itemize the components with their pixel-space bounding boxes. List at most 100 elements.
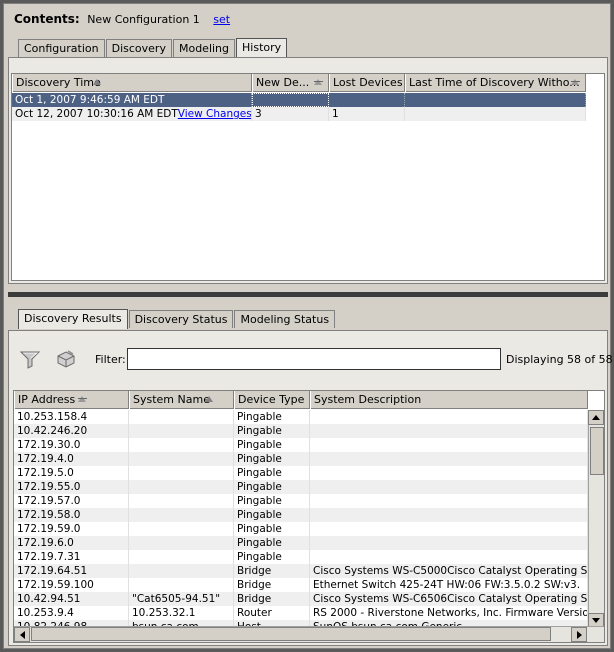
column-lost-devices-label: Lost Devices	[333, 76, 403, 89]
column-system-description[interactable]: System Description	[310, 391, 588, 409]
filter-input[interactable]	[127, 348, 501, 370]
lost-devices-cell: 1	[329, 107, 405, 121]
column-discovery-time-label: Discovery Time	[16, 76, 101, 89]
ip-address-cell: 172.19.4.0	[14, 452, 129, 466]
column-system-name-label: System Name	[133, 393, 210, 406]
system-description-cell: Cisco Systems WS-C6506Cisco Catalyst Ope…	[310, 592, 588, 606]
tab-discovery-results[interactable]: Discovery Results	[18, 309, 128, 329]
table-row[interactable]: 172.19.6.0 Pingable	[14, 536, 588, 550]
tab-discovery[interactable]: Discovery	[105, 39, 172, 57]
system-name-cell	[129, 410, 234, 424]
sort-icon	[314, 79, 323, 85]
column-discovery-time[interactable]: Discovery Time	[12, 74, 252, 92]
ip-address-cell: 172.19.57.0	[14, 494, 129, 508]
system-description-cell	[310, 494, 588, 508]
device-type-cell: Pingable	[234, 410, 310, 424]
horizontal-scrollbar-thumb[interactable]	[31, 627, 551, 641]
system-description-cell: RS 2000 - Riverstone Networks, Inc. Firm…	[310, 606, 588, 620]
system-description-cell	[310, 452, 588, 466]
ip-address-cell: 172.19.58.0	[14, 508, 129, 522]
system-description-cell	[310, 522, 588, 536]
column-device-type[interactable]: Device Type	[234, 391, 310, 409]
table-row[interactable]: 172.19.57.0 Pingable	[14, 494, 588, 508]
tab-discovery-status[interactable]: Discovery Status	[128, 310, 234, 328]
system-name-cell	[129, 550, 234, 564]
column-device-type-label: Device Type	[238, 393, 305, 406]
device-type-cell: Pingable	[234, 550, 310, 564]
device-type-cell: Pingable	[234, 424, 310, 438]
column-ip-address[interactable]: IP Address	[14, 391, 129, 409]
table-row[interactable]: 172.19.55.0 Pingable	[14, 480, 588, 494]
history-table-header: Discovery Time New De... Lost Devices La…	[12, 74, 586, 92]
system-description-cell	[310, 508, 588, 522]
arrow-right-icon	[576, 630, 582, 639]
system-name-cell	[129, 564, 234, 578]
system-description-cell	[310, 466, 588, 480]
ip-address-cell: 172.19.59.100	[14, 578, 129, 592]
device-type-cell: Pingable	[234, 522, 310, 536]
ip-address-cell: 172.19.5.0	[14, 466, 129, 480]
column-lost-devices[interactable]: Lost Devices	[329, 74, 405, 92]
results-table-header: IP Address System Name Device Type Syste…	[14, 391, 588, 409]
table-row[interactable]: Oct 12, 2007 10:30:16 AM EDT View Change…	[12, 107, 586, 121]
discovery-time-cell: Oct 12, 2007 10:30:16 AM EDT View Change…	[12, 107, 252, 121]
sort-icon	[78, 396, 87, 402]
clear-filter-icon[interactable]	[55, 348, 77, 370]
tab-modeling[interactable]: Modeling	[172, 39, 236, 57]
system-name-cell	[129, 522, 234, 536]
application-frame: Contents: New Configuration 1 set Config…	[3, 3, 613, 649]
scroll-up-button[interactable]	[588, 410, 604, 425]
ip-address-cell: 172.19.6.0	[14, 536, 129, 550]
funnel-icon[interactable]	[19, 348, 41, 370]
tab-modeling-status[interactable]: Modeling Status	[234, 310, 336, 328]
displaying-count: Displaying 58 of 58	[506, 353, 613, 366]
panel-splitter[interactable]	[8, 292, 608, 297]
column-new-devices[interactable]: New De...	[252, 74, 329, 92]
vertical-scrollbar[interactable]	[588, 410, 604, 628]
tab-configuration[interactable]: Configuration	[18, 39, 105, 57]
table-row[interactable]: 172.19.58.0 Pingable	[14, 508, 588, 522]
discovery-time-text: Oct 12, 2007 10:30:16 AM EDT	[15, 108, 178, 120]
arrow-left-icon	[19, 630, 25, 639]
column-last-time-of-discovery[interactable]: Last Time of Discovery Witho...	[405, 74, 586, 92]
system-name-cell	[129, 480, 234, 494]
system-name-cell	[129, 578, 234, 592]
table-row[interactable]: Oct 1, 2007 9:46:59 AM EDT	[12, 93, 586, 107]
table-row[interactable]: 172.19.59.100 Bridge Ethernet Switch 425-2…	[14, 578, 588, 592]
table-row[interactable]: 172.19.64.51 Bridge Cisco Systems WS-C5000…	[14, 564, 588, 578]
table-row[interactable]: 172.19.7.31 Pingable	[14, 550, 588, 564]
table-row[interactable]: 172.19.30.0 Pingable	[14, 438, 588, 452]
scroll-right-button[interactable]	[571, 627, 587, 642]
column-last-time-label: Last Time of Discovery Witho...	[409, 76, 580, 89]
configuration-name: New Configuration 1	[87, 13, 200, 26]
last-time-cell	[405, 93, 586, 107]
table-row[interactable]: 10.253.158.4 Pingable	[14, 410, 588, 424]
ip-address-cell: 10.42.94.51	[14, 592, 129, 606]
device-type-cell: Pingable	[234, 466, 310, 480]
system-name-cell	[129, 494, 234, 508]
table-row[interactable]: 10.42.246.20 Pingable	[14, 424, 588, 438]
table-row[interactable]: 172.19.4.0 Pingable	[14, 452, 588, 466]
column-system-name[interactable]: System Name	[129, 391, 234, 409]
system-description-cell	[310, 438, 588, 452]
horizontal-scrollbar[interactable]	[14, 626, 604, 642]
system-description-cell: Cisco Systems WS-C5000Cisco Catalyst Ope…	[310, 564, 588, 578]
table-row[interactable]: 10.253.9.4 10.253.32.1 Router RS 2000 - Riv…	[14, 606, 588, 620]
bottom-tab-bar: Discovery Results Discovery Status Model…	[18, 308, 336, 329]
table-row[interactable]: 172.19.59.0 Pingable	[14, 522, 588, 536]
scrollbar-thumb[interactable]	[590, 427, 604, 475]
system-name-cell	[129, 508, 234, 522]
system-name-cell	[129, 424, 234, 438]
ip-address-cell: 172.19.59.0	[14, 522, 129, 536]
scroll-left-button[interactable]	[14, 627, 30, 642]
view-changes-link[interactable]: View Changes	[178, 108, 251, 121]
ip-address-cell: 172.19.7.31	[14, 550, 129, 564]
system-description-cell	[310, 480, 588, 494]
table-row[interactable]: 10.42.94.51 "Cat6505-94.51" Bridge Cisco Sy…	[14, 592, 588, 606]
table-row[interactable]: 172.19.5.0 Pingable	[14, 466, 588, 480]
set-link[interactable]: set	[213, 13, 230, 26]
system-description-cell: Ethernet Switch 425-24T HW:06 FW:3.5.0.2…	[310, 578, 588, 592]
device-type-cell: Pingable	[234, 508, 310, 522]
contents-line: Contents: New Configuration 1 set	[14, 12, 230, 28]
tab-history[interactable]: History	[236, 38, 288, 58]
